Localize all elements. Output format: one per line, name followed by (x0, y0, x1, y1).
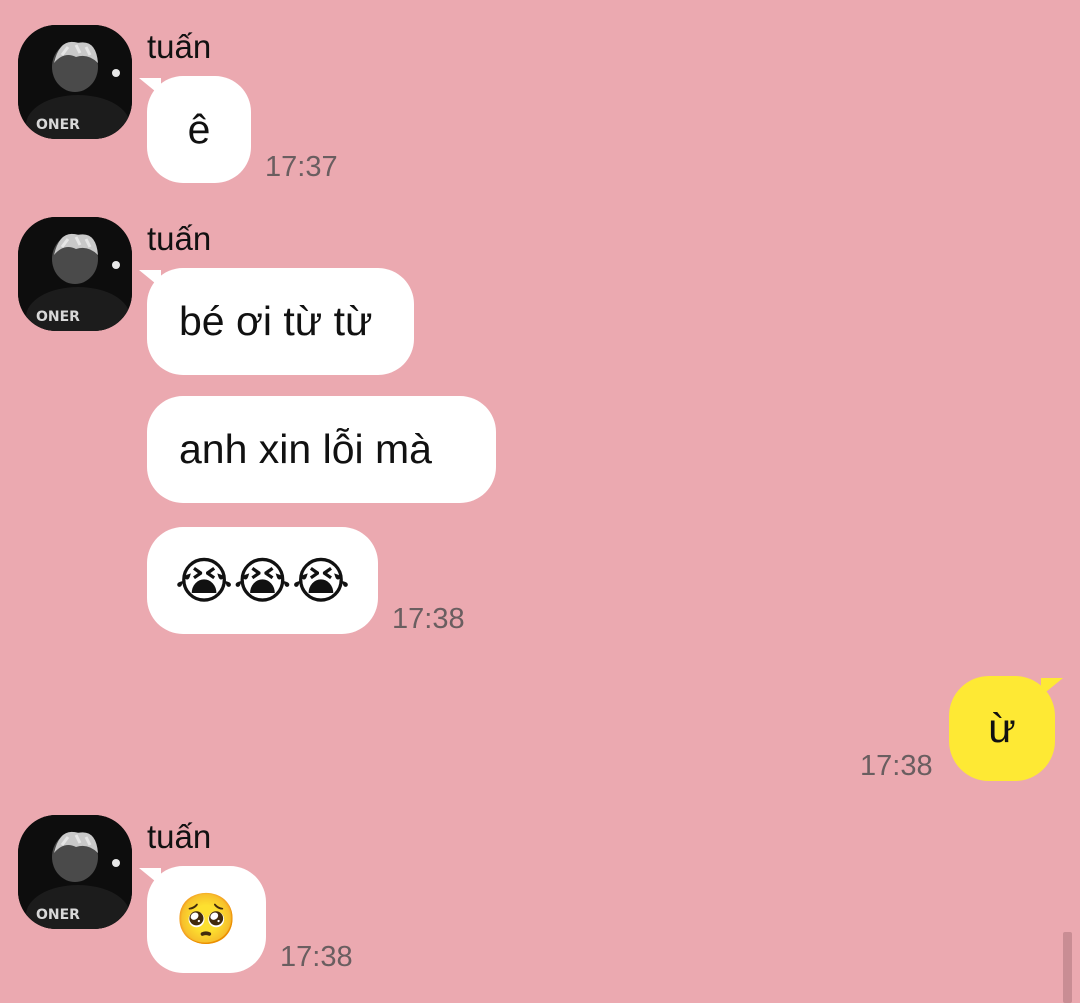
outgoing-message-bubble[interactable]: ừ (949, 676, 1063, 781)
message-time: 17:38 (280, 941, 353, 973)
message-time: 17:38 (392, 603, 465, 635)
message-bubble[interactable]: 😭😭😭 (147, 527, 378, 634)
sender-name: tuấn (147, 28, 212, 65)
message-text: bé ơi từ từ (179, 298, 373, 344)
message-time: 17:38 (860, 750, 933, 782)
message-text: anh xin lỗi mà (179, 426, 432, 472)
profile-photo-icon: ONER (18, 217, 132, 331)
profile-photo-icon: ONER (18, 25, 132, 139)
message-bubble[interactable]: 🥺 (139, 866, 266, 973)
sender-name: tuấn (147, 818, 212, 855)
avatar-caption: ONER (36, 309, 80, 325)
message-text: ê (187, 106, 211, 152)
pleading-face-emoji: 🥺 (175, 890, 238, 948)
message-time: 17:37 (265, 151, 338, 183)
message-text: ừ (988, 705, 1016, 751)
message-bubble[interactable]: ê (139, 76, 251, 183)
crying-face-emoji: 😭😭😭 (174, 551, 351, 610)
contact-avatar[interactable]: ONER (18, 815, 132, 929)
scrollbar-thumb[interactable] (1063, 932, 1072, 1003)
sender-name: tuấn (147, 220, 212, 257)
message-bubble[interactable]: bé ơi từ từ (139, 268, 414, 375)
avatar-caption: ONER (36, 907, 80, 923)
profile-photo-icon: ONER (18, 815, 132, 929)
contact-avatar[interactable]: ONER (18, 25, 132, 139)
avatar-caption: ONER (36, 117, 80, 133)
contact-avatar[interactable]: ONER (18, 217, 132, 331)
message-bubble[interactable]: anh xin lỗi mà (147, 396, 496, 503)
